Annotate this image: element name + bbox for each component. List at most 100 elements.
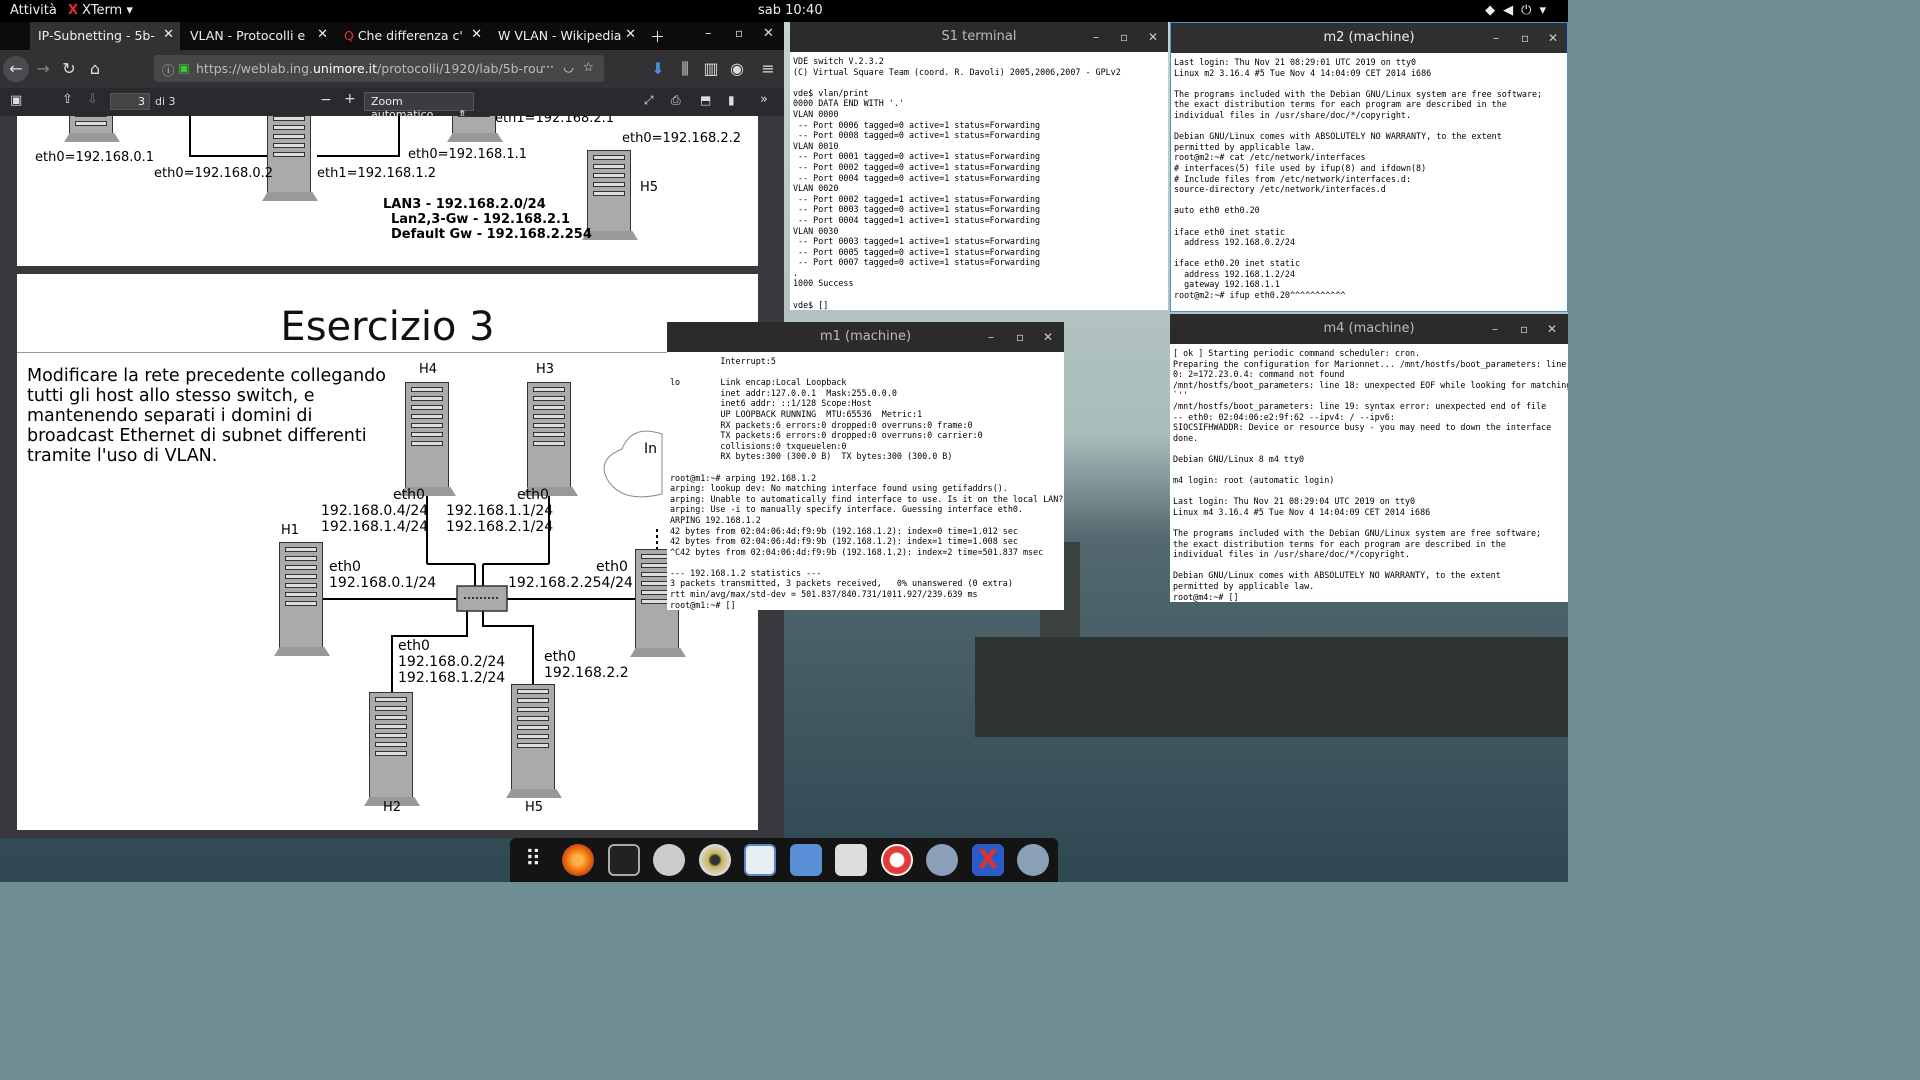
window-title: S1 terminal [941, 29, 1017, 44]
ip-label: 192.168.1.2/24 [398, 670, 506, 686]
back-button[interactable]: ← [3, 56, 29, 82]
ip-label: 192.168.0.4/24 [321, 503, 429, 519]
diagram-label: eth1=192.168.1.2 [317, 166, 437, 181]
info-icon[interactable]: ⓘ [162, 60, 175, 79]
close-icon[interactable]: ✕ [471, 27, 482, 42]
close-icon[interactable]: ✕ [163, 27, 174, 42]
tab-che-differenza[interactable]: Q Che differenza c'è t ✕ [336, 22, 488, 50]
screenshot-icon[interactable] [835, 844, 867, 876]
navigation-bar: ← → ↻ ⌂ ⓘ ▣ https://weblab.ing.unimore.i… [0, 50, 784, 88]
maximize-button[interactable]: ▫ [1520, 314, 1528, 344]
print-icon[interactable]: ⎙ [671, 93, 681, 108]
zoom-select[interactable]: Zoom automatico ⇕ [364, 92, 474, 121]
m2-terminal-window[interactable]: m2 (machine) – ▫ ✕ Last login: Thu Nov 2… [1170, 22, 1568, 312]
forward-button[interactable]: → [30, 56, 56, 82]
m4-terminal-window[interactable]: m4 (machine) – ▫ ✕ [ ok ] Starting perio… [1170, 314, 1568, 602]
pdf-page-2: eth0=192.168.0.1 eth0=192.168.0.2 eth1=1… [17, 116, 758, 266]
tools-icon[interactable]: » [760, 92, 768, 107]
sidebar-toggle-icon[interactable]: ▣ [10, 93, 22, 108]
zoom-in-button[interactable]: + [344, 91, 356, 107]
archive-icon[interactable] [790, 844, 822, 876]
menu-icon[interactable]: ≡ [755, 56, 781, 82]
host-label-h3: H3 [536, 362, 555, 377]
tab-vlan-wikipedia[interactable]: W VLAN - Wikipedia ✕ [490, 22, 642, 50]
minimize-button[interactable]: – [988, 322, 994, 352]
presentation-mode-icon[interactable]: ⤢ [644, 93, 654, 108]
reload-button[interactable]: ↻ [56, 56, 82, 82]
terminal-icon[interactable] [608, 844, 640, 876]
sidebar-icon[interactable]: ▥ [698, 56, 724, 82]
close-button[interactable]: ✕ [1148, 22, 1158, 52]
close-window-button[interactable]: ✕ [763, 26, 774, 41]
minimize-button[interactable]: – [705, 26, 712, 41]
xterm-icon[interactable]: X [972, 844, 1004, 876]
lan-label: LAN3 - 192.168.2.0/24 [383, 197, 546, 212]
page-count: di 3 [155, 95, 176, 108]
marionnet-icon[interactable] [926, 844, 958, 876]
url-path: /protocolli/1920/lab/5b-rou [377, 61, 544, 76]
maximize-button[interactable]: ▫ [735, 26, 743, 40]
tab-ip-subnetting[interactable]: IP-Subnetting - 5b-ro ✕ [30, 22, 180, 50]
close-button[interactable]: ✕ [1547, 314, 1557, 344]
firefox-icon[interactable] [562, 844, 594, 876]
interface-label: eth0 [517, 487, 549, 503]
maximize-button[interactable]: ▫ [1120, 22, 1128, 52]
activities-button[interactable]: Attività [10, 3, 57, 18]
new-tab-button[interactable]: ＋ [650, 26, 665, 47]
close-icon[interactable]: ✕ [625, 27, 636, 42]
pocket-icon[interactable]: ◡ [563, 59, 574, 74]
account-icon[interactable]: ◉ [724, 56, 750, 82]
page-actions-icon[interactable]: ··· [542, 59, 554, 74]
lock-icon: ▣ [178, 60, 190, 75]
downloads-icon[interactable]: ⬇ [645, 56, 671, 82]
disc-icon[interactable] [699, 844, 731, 876]
zoom-out-button[interactable]: − [320, 92, 332, 108]
previous-page-button[interactable]: ⇧ [62, 92, 73, 107]
maximize-button[interactable]: ▫ [1016, 322, 1024, 352]
clock[interactable]: sab 10:40 [758, 3, 823, 18]
server-icon [364, 692, 420, 806]
close-button[interactable]: ✕ [1043, 322, 1053, 352]
terminal-output[interactable]: Last login: Thu Nov 21 08:29:01 UTC 2019… [1174, 57, 1542, 301]
marionnet-icon[interactable] [1017, 844, 1049, 876]
cloud-label: In [644, 441, 658, 457]
network-icon[interactable] [653, 844, 685, 876]
wikipedia-icon: W [498, 28, 515, 43]
save-icon[interactable]: ⬒ [700, 93, 711, 107]
url-bar[interactable]: ⓘ ▣ https://weblab.ing.unimore.it/protoc… [154, 55, 604, 82]
maximize-button[interactable]: ▫ [1521, 23, 1529, 53]
close-button[interactable]: ✕ [1548, 23, 1558, 53]
ip-label: 192.168.2.1/24 [446, 519, 554, 535]
server-icon [447, 116, 503, 142]
server-icon [400, 382, 456, 496]
terminal-output[interactable]: Interrupt:5 lo Link encap:Local Loopback… [670, 356, 1063, 610]
minimize-button[interactable]: – [1093, 22, 1099, 52]
m1-terminal-window[interactable]: m1 (machine) – ▫ ✕ Interrupt:5 lo Link e… [667, 322, 1064, 610]
terminal-output[interactable]: [ ok ] Starting periodic command schedul… [1173, 348, 1568, 602]
close-icon[interactable]: ✕ [317, 27, 328, 42]
apps-grid-icon[interactable]: ⠿ [517, 844, 549, 876]
bookmark-star-icon[interactable]: ☆ [583, 59, 594, 74]
window-titlebar[interactable]: m2 (machine) [1171, 23, 1567, 53]
page-number-input[interactable]: 3 [110, 93, 150, 110]
next-page-button[interactable]: ⇩ [87, 92, 98, 107]
app-menu[interactable]: X XTerm ▾ [68, 3, 133, 18]
minimize-button[interactable]: – [1492, 314, 1498, 344]
diagram-label: eth1=192.168.2.1 [495, 116, 615, 126]
minimize-button[interactable]: – [1493, 23, 1499, 53]
tab-vlan-protocolli[interactable]: VLAN - Protocolli e Ar ✕ [182, 22, 334, 50]
help-icon[interactable] [881, 844, 913, 876]
bookmark-icon[interactable]: ▮ [728, 93, 735, 107]
home-button[interactable]: ⌂ [82, 56, 108, 82]
terminal-output[interactable]: VDE switch V.2.3.2 (C) Virtual Square Te… [793, 56, 1121, 310]
default-gw-label: Default Gw - 192.168.2.254 [391, 227, 592, 242]
ip-label: 192.168.1.4/24 [321, 519, 429, 535]
system-tray[interactable]: ◆◀⏻▾ [1485, 3, 1554, 18]
window-titlebar[interactable]: m4 (machine) [1170, 314, 1568, 344]
document-icon[interactable] [744, 844, 776, 876]
window-titlebar[interactable]: m1 (machine) [667, 322, 1064, 352]
s1-terminal-window[interactable]: S1 terminal – ▫ ✕ VDE switch V.2.3.2 (C)… [790, 22, 1168, 310]
window-titlebar[interactable]: S1 terminal [790, 22, 1168, 52]
library-icon[interactable]: ⫼ [672, 56, 698, 82]
server-icon [64, 116, 120, 142]
